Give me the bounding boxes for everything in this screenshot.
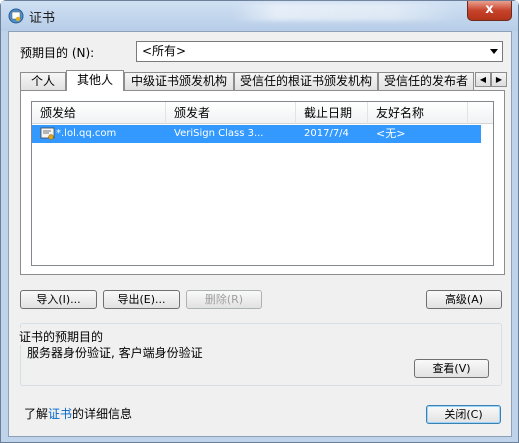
cell-issued-by: VeriSign Class 3... [174, 128, 264, 139]
learn-more-prefix: 了解 [24, 407, 49, 421]
purposes-group-title: 证书的预期目的 [17, 328, 106, 345]
close-window-button[interactable]: x [467, 1, 512, 21]
tab-trusted-publishers[interactable]: 受信任的发布者 [378, 72, 474, 90]
table-row[interactable]: *.lol.qq.com VeriSign Class 3... 2017/7/… [32, 125, 481, 143]
chevron-down-icon [490, 49, 498, 54]
tab-other-people[interactable]: 其他人 [66, 70, 124, 91]
view-button[interactable]: 查看(V) [414, 359, 489, 378]
tab-intermediate-ca[interactable]: 中级证书颁发机构 [124, 72, 234, 90]
import-button[interactable]: 导入(I)... [20, 290, 97, 309]
purposes-text: 服务器身份验证, 客户端身份验证 [27, 346, 203, 360]
purpose-selected-value: <所有> [142, 44, 187, 58]
cell-issued-to: *.lol.qq.com [56, 128, 117, 139]
certificate-list[interactable]: 颁发给 颁发者 截止日期 友好名称 *.lol.qq.com VeriSign … [31, 101, 494, 266]
certificates-link[interactable]: 证书 [48, 407, 72, 421]
purpose-label: 预期目的 (N): [20, 46, 95, 60]
column-issued-by[interactable]: 颁发者 [166, 102, 296, 124]
tab-trusted-root-ca[interactable]: 受信任的根证书颁发机构 [234, 72, 378, 90]
cell-friendly-name: <无> [376, 127, 406, 140]
tab-scroll-right-icon[interactable]: ▶ [491, 72, 507, 87]
column-friendly-name[interactable]: 友好名称 [368, 102, 468, 124]
certificate-app-icon [8, 8, 24, 24]
certificate-icon [40, 127, 55, 140]
delete-button[interactable]: 删除(R) [186, 290, 262, 309]
learn-more-suffix: 的详细信息 [72, 407, 133, 421]
advanced-button[interactable]: 高级(A) [426, 290, 502, 309]
list-header: 颁发给 颁发者 截止日期 友好名称 [32, 102, 493, 124]
window-title: 证书 [29, 11, 56, 26]
title-bar-glass [231, 3, 461, 21]
title-bar: 证书 x [1, 1, 518, 31]
cell-expiry-date: 2017/7/4 [304, 128, 349, 139]
column-expiry-date[interactable]: 截止日期 [296, 102, 368, 124]
dialog-body: 预期目的 (N): <所有> 个人 其他人 中级证书颁发机构 受信任的根证书颁发… [8, 31, 512, 437]
close-button[interactable]: 关闭(C) [426, 405, 501, 424]
tab-personal[interactable]: 个人 [20, 72, 66, 90]
learn-more-text: 了解证书的详细信息 [24, 405, 132, 422]
certificate-dialog: 证书 x 预期目的 (N): <所有> 个人 其他人 中级证书颁发机构 受信任的… [0, 0, 519, 443]
tab-scroll-left-icon[interactable]: ◀ [475, 72, 491, 87]
tab-strip: 个人 其他人 中级证书颁发机构 受信任的根证书颁发机构 受信任的发布者 ◀ ▶ [20, 70, 507, 91]
purpose-dropdown[interactable]: <所有> [136, 41, 503, 62]
tab-panel: 颁发给 颁发者 截止日期 友好名称 *.lol.qq.com VeriSign … [20, 90, 505, 275]
export-button[interactable]: 导出(E)... [103, 290, 180, 309]
column-issued-to[interactable]: 颁发给 [32, 102, 166, 124]
